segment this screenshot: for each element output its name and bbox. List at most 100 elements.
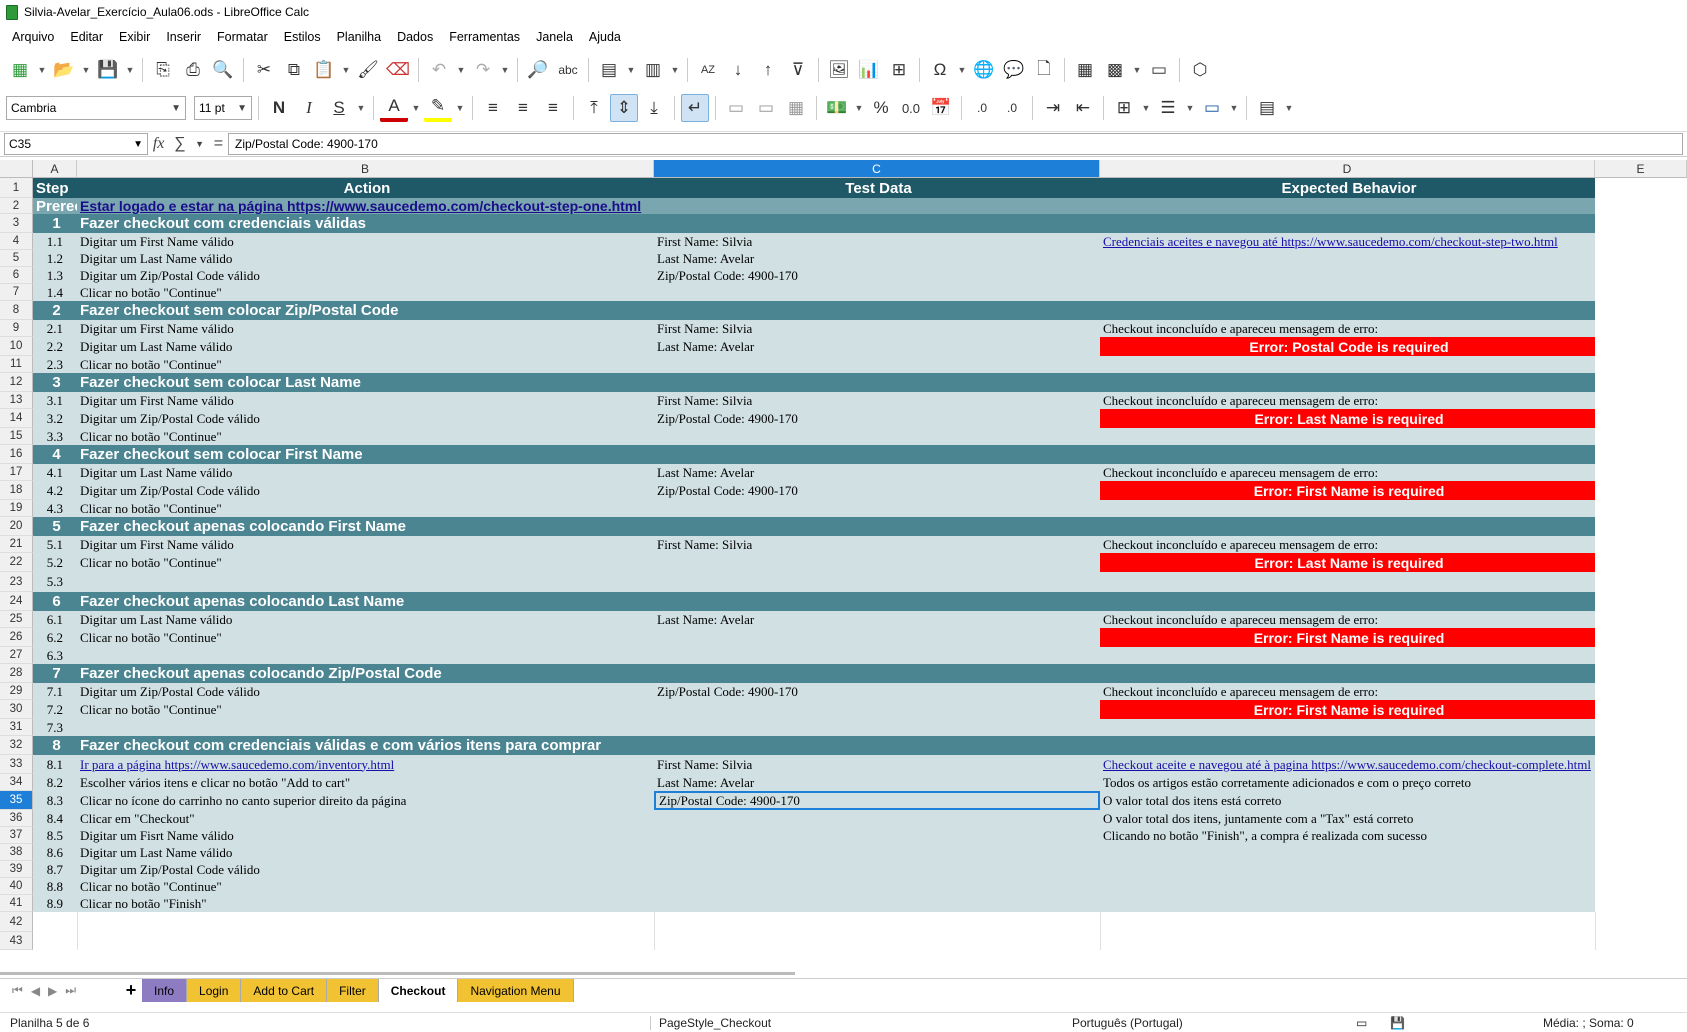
cell-a33[interactable]: 8.1: [33, 755, 77, 774]
column-header-b[interactable]: B: [77, 160, 654, 178]
menu-planilha[interactable]: Planilha: [329, 30, 389, 44]
cell-a1[interactable]: Step: [33, 178, 77, 198]
cell-a15[interactable]: 3.3: [33, 428, 77, 445]
cell-a41[interactable]: 8.9: [33, 895, 77, 912]
cell-c25[interactable]: Last Name: Avelar: [654, 611, 1100, 628]
cut-icon[interactable]: ✂: [250, 56, 278, 84]
cell-b11[interactable]: Clicar no botão "Continue": [77, 356, 654, 373]
cell-b33[interactable]: Ir para a página https://www.saucedemo.c…: [77, 755, 654, 774]
cell-a30[interactable]: 7.2: [33, 700, 77, 719]
cell-c9[interactable]: First Name: Silvia: [654, 320, 1100, 337]
special-character-dropdown-icon[interactable]: ▼: [956, 56, 968, 84]
cell-a22[interactable]: 5.2: [33, 553, 77, 572]
align-middle-icon[interactable]: ⇕: [610, 94, 638, 122]
cell-a40[interactable]: 8.8: [33, 878, 77, 895]
cell-b29[interactable]: Digitar um Zip/Postal Code válido: [77, 683, 654, 700]
insert-chart-icon[interactable]: 📊: [855, 56, 883, 84]
cell-b1[interactable]: Action: [77, 178, 654, 198]
cell-b16[interactable]: Fazer checkout sem colocar First Name: [77, 445, 1100, 464]
row-header-22[interactable]: 22: [0, 553, 33, 572]
row-header-20[interactable]: 20: [0, 517, 33, 536]
cell-b22[interactable]: Clicar no botão "Continue": [77, 553, 654, 572]
formula-equals-icon[interactable]: =: [214, 135, 223, 153]
row-header-33[interactable]: 33: [0, 755, 33, 774]
autofilter-icon[interactable]: ⊽: [784, 56, 812, 84]
first-sheet-icon[interactable]: ⏮: [12, 983, 23, 998]
cell-c29[interactable]: Zip/Postal Code: 4900-170: [654, 683, 1100, 700]
export-pdf-icon[interactable]: ⎘: [149, 56, 177, 84]
cell-a24[interactable]: 6: [33, 592, 77, 611]
cell-a9[interactable]: 2.1: [33, 320, 77, 337]
cell-a35[interactable]: 8.3: [33, 791, 77, 810]
cell-d4[interactable]: Credenciais aceites e navegou até https:…: [1100, 233, 1595, 250]
cell-b41[interactable]: Clicar no botão "Finish": [77, 895, 654, 912]
copy-icon[interactable]: ⧉: [280, 56, 308, 84]
last-sheet-icon[interactable]: ⏭: [65, 983, 76, 998]
column-header-a[interactable]: A: [33, 160, 77, 178]
menu-estilos[interactable]: Estilos: [276, 30, 329, 44]
border-color-icon[interactable]: ▭: [1198, 94, 1226, 122]
cell-b26[interactable]: Clicar no botão "Continue": [77, 628, 654, 647]
sort-descending-icon[interactable]: ↑: [754, 56, 782, 84]
save-icon[interactable]: 💾: [94, 56, 122, 84]
cell-a31[interactable]: 7.3: [33, 719, 77, 736]
row-header-34[interactable]: 34: [0, 774, 33, 791]
cell-c14[interactable]: Zip/Postal Code: 4900-170: [654, 409, 1100, 428]
align-right-icon[interactable]: ≡: [539, 94, 567, 122]
open-folder-icon[interactable]: 📂: [50, 56, 78, 84]
row-header-28[interactable]: 28: [0, 664, 33, 683]
conditional-format-icon[interactable]: ▤: [1253, 94, 1281, 122]
row-header-17[interactable]: 17: [0, 464, 33, 481]
cell-b25[interactable]: Digitar um Last Name válido: [77, 611, 654, 628]
column-header-c[interactable]: C: [654, 160, 1100, 178]
sum-dropdown-icon[interactable]: ▼: [195, 139, 204, 149]
cell-b5[interactable]: Digitar um Last Name válido: [77, 250, 654, 267]
cell-b36[interactable]: Clicar em "Checkout": [77, 810, 654, 827]
select-all-corner[interactable]: [0, 160, 33, 178]
cell-b2[interactable]: Estar logado e estar na página https://w…: [77, 198, 654, 214]
special-character-icon[interactable]: Ω: [926, 56, 954, 84]
menu-editar[interactable]: Editar: [62, 30, 111, 44]
border-color-dropdown-icon[interactable]: ▼: [1228, 94, 1240, 122]
cell-b9[interactable]: Digitar um First Name válido: [77, 320, 654, 337]
redo-dropdown-icon[interactable]: ▼: [499, 56, 511, 84]
row-header-40[interactable]: 40: [0, 878, 33, 895]
cell-b7[interactable]: Clicar no botão "Continue": [77, 284, 654, 301]
undo-dropdown-icon[interactable]: ▼: [455, 56, 467, 84]
menu-ajuda[interactable]: Ajuda: [581, 30, 629, 44]
column-dropdown-icon[interactable]: ▼: [669, 56, 681, 84]
row-header-29[interactable]: 29: [0, 683, 33, 700]
row-header-3[interactable]: 3: [0, 214, 33, 233]
cell-a39[interactable]: 8.7: [33, 861, 77, 878]
prev-sheet-icon[interactable]: ◀: [31, 984, 40, 998]
row-header-26[interactable]: 26: [0, 628, 33, 647]
row-header-41[interactable]: 41: [0, 895, 33, 912]
show-draw-functions-icon[interactable]: ⬡: [1186, 56, 1214, 84]
cell-d30[interactable]: Error: First Name is required: [1100, 700, 1595, 719]
cell-a37[interactable]: 8.5: [33, 827, 77, 844]
insert-image-icon[interactable]: 🖼: [825, 56, 853, 84]
cell-a28[interactable]: 7: [33, 664, 77, 683]
percent-format-icon[interactable]: %: [867, 94, 895, 122]
next-sheet-icon[interactable]: ▶: [48, 984, 57, 998]
cell-a36[interactable]: 8.4: [33, 810, 77, 827]
italic-icon[interactable]: I: [295, 94, 323, 122]
column-header-e[interactable]: E: [1595, 160, 1687, 178]
row-header-37[interactable]: 37: [0, 827, 33, 844]
sheet-tab-navigation-menu[interactable]: Navigation Menu: [458, 979, 574, 1002]
pivot-table-icon[interactable]: ⊞: [885, 56, 913, 84]
borders-icon[interactable]: ⊞: [1110, 94, 1138, 122]
cell-a5[interactable]: 1.2: [33, 250, 77, 267]
row-header-31[interactable]: 31: [0, 719, 33, 736]
cell-b40[interactable]: Clicar no botão "Continue": [77, 878, 654, 895]
row-header-25[interactable]: 25: [0, 611, 33, 628]
align-left-icon[interactable]: ≡: [479, 94, 507, 122]
add-sheet-icon[interactable]: +: [120, 979, 142, 1002]
cell-c35[interactable]: Zip/Postal Code: 4900-170: [654, 791, 1100, 810]
cell-a19[interactable]: 4.3: [33, 500, 77, 517]
cell-c13[interactable]: First Name: Silvia: [654, 392, 1100, 409]
currency-format-icon[interactable]: 💵: [823, 94, 851, 122]
row-header-19[interactable]: 19: [0, 500, 33, 517]
sheet-tab-filter[interactable]: Filter: [327, 979, 379, 1002]
menu-dados[interactable]: Dados: [389, 30, 441, 44]
